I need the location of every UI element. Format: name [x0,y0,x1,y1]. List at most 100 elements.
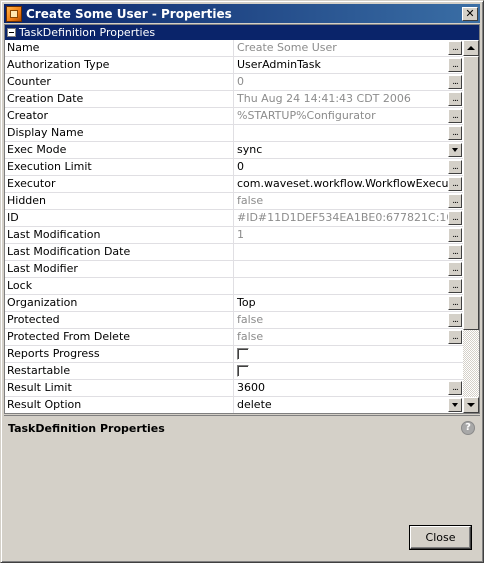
property-row[interactable]: Protected false... [5,312,463,329]
ellipsis-button[interactable]: ... [448,194,462,208]
property-value-text: #ID#11D1DEF534EA1BE0:677821C:10D... [237,211,448,224]
property-checkbox[interactable] [237,348,249,360]
dropdown-button[interactable] [448,143,462,157]
property-value[interactable] [234,363,463,379]
ellipsis-button[interactable]: ... [448,41,462,55]
property-value[interactable]: #ID#11D1DEF534EA1BE0:677821C:10D...... [234,210,463,226]
property-name: Execution Limit [5,159,234,175]
property-rows: Name Create Some User... Authorization Typ… [5,40,463,413]
close-button[interactable]: Close [410,526,471,549]
chevron-down-icon [452,403,458,407]
property-value[interactable]: ... [234,261,463,277]
help-icon[interactable]: ? [461,421,475,435]
ellipsis-button[interactable]: ... [448,296,462,310]
property-value-text: Top [237,296,256,309]
property-value[interactable]: com.waveset.workflow.WorkflowExecutor... [234,176,463,192]
property-row[interactable]: Exec Mode sync [5,142,463,159]
property-row[interactable]: Creator %STARTUP%Configurator... [5,108,463,125]
property-value[interactable]: ... [234,125,463,141]
dropdown-button[interactable] [448,398,462,412]
property-name: Protected From Delete [5,329,234,345]
chevron-down-icon [452,148,458,152]
property-row[interactable]: Last Modification Date... [5,244,463,261]
property-value[interactable]: sync [234,142,463,158]
property-value[interactable]: UserAdminTask... [234,57,463,73]
ellipsis-button[interactable]: ... [448,262,462,276]
arrow-up-icon [467,46,475,50]
property-value[interactable]: delete [234,397,463,413]
property-value[interactable]: false... [234,312,463,328]
property-checkbox[interactable] [237,365,249,377]
property-value[interactable]: Create Some User... [234,40,463,56]
property-row[interactable]: Name Create Some User... [5,40,463,57]
property-value[interactable]: false... [234,193,463,209]
property-name: Restartable [5,363,234,379]
property-row[interactable]: Protected From Delete false... [5,329,463,346]
property-value[interactable]: 3600... [234,380,463,396]
property-row[interactable]: Hidden false... [5,193,463,210]
property-value[interactable]: Thu Aug 24 14:41:43 CDT 2006... [234,91,463,107]
property-value-text: false [237,313,264,326]
vertical-scrollbar[interactable] [463,40,479,413]
scroll-thumb[interactable] [463,56,479,330]
property-row[interactable]: Executor com.waveset.workflow.WorkflowExe… [5,176,463,193]
property-row[interactable]: Result Limit 3600... [5,380,463,397]
property-value[interactable]: Top... [234,295,463,311]
section-header[interactable]: TaskDefinition Properties [5,25,479,40]
description-title: TaskDefinition Properties [8,422,165,435]
property-value-text: 0 [237,160,244,173]
property-value[interactable]: 1... [234,227,463,243]
window-close-button[interactable]: ✕ [462,6,478,21]
ellipsis-button[interactable]: ... [448,330,462,344]
property-value[interactable]: ... [234,244,463,260]
property-row[interactable]: Execution Limit 0... [5,159,463,176]
property-row[interactable]: Creation Date Thu Aug 24 14:41:43 CDT 200… [5,91,463,108]
property-value-text: false [237,194,264,207]
ellipsis-button[interactable]: ... [448,228,462,242]
property-row[interactable]: Last Modification 1... [5,227,463,244]
property-value[interactable]: 0... [234,74,463,90]
collapse-icon[interactable] [7,28,16,37]
property-row[interactable]: Result Option delete [5,397,463,413]
property-row[interactable]: Counter 0... [5,74,463,91]
ellipsis-button[interactable]: ... [448,160,462,174]
ellipsis-button[interactable]: ... [448,177,462,191]
property-row[interactable]: Reports Progress [5,346,463,363]
scroll-up-button[interactable] [463,40,479,56]
window-title: Create Some User - Properties [26,6,232,21]
property-row[interactable]: Restartable [5,363,463,380]
ellipsis-button[interactable]: ... [448,109,462,123]
ellipsis-button[interactable]: ... [448,211,462,225]
property-value-text: %STARTUP%Configurator [237,109,376,122]
property-name: Last Modification Date [5,244,234,260]
property-value-text: false [237,330,264,343]
arrow-down-icon [467,403,475,407]
ellipsis-button[interactable]: ... [448,92,462,106]
property-row[interactable]: Last Modifier... [5,261,463,278]
property-value[interactable]: %STARTUP%Configurator... [234,108,463,124]
ellipsis-button[interactable]: ... [448,313,462,327]
scroll-down-button[interactable] [463,397,479,413]
ellipsis-button[interactable]: ... [448,58,462,72]
property-value-text: UserAdminTask [237,58,321,71]
ellipsis-button[interactable]: ... [448,245,462,259]
property-row[interactable]: ID#ID#11D1DEF534EA1BE0:677821C:10D...... [5,210,463,227]
property-row[interactable]: Lock... [5,278,463,295]
ellipsis-button[interactable]: ... [448,381,462,395]
property-name: Reports Progress [5,346,234,362]
property-name: Lock [5,278,234,294]
property-row[interactable]: Authorization Type UserAdminTask... [5,57,463,74]
property-value[interactable]: 0... [234,159,463,175]
property-name: Name [5,40,234,56]
ellipsis-button[interactable]: ... [448,75,462,89]
property-value[interactable]: false... [234,329,463,345]
property-row[interactable]: Organization Top... [5,295,463,312]
ellipsis-button[interactable]: ... [448,279,462,293]
section-title: TaskDefinition Properties [19,26,156,39]
ellipsis-button[interactable]: ... [448,126,462,140]
title-bar[interactable]: Create Some User - Properties ✕ [4,4,480,23]
property-row[interactable]: Display Name... [5,125,463,142]
property-sheet: TaskDefinition Properties Name Create Som… [4,24,480,414]
property-value[interactable] [234,346,463,362]
property-value[interactable]: ... [234,278,463,294]
